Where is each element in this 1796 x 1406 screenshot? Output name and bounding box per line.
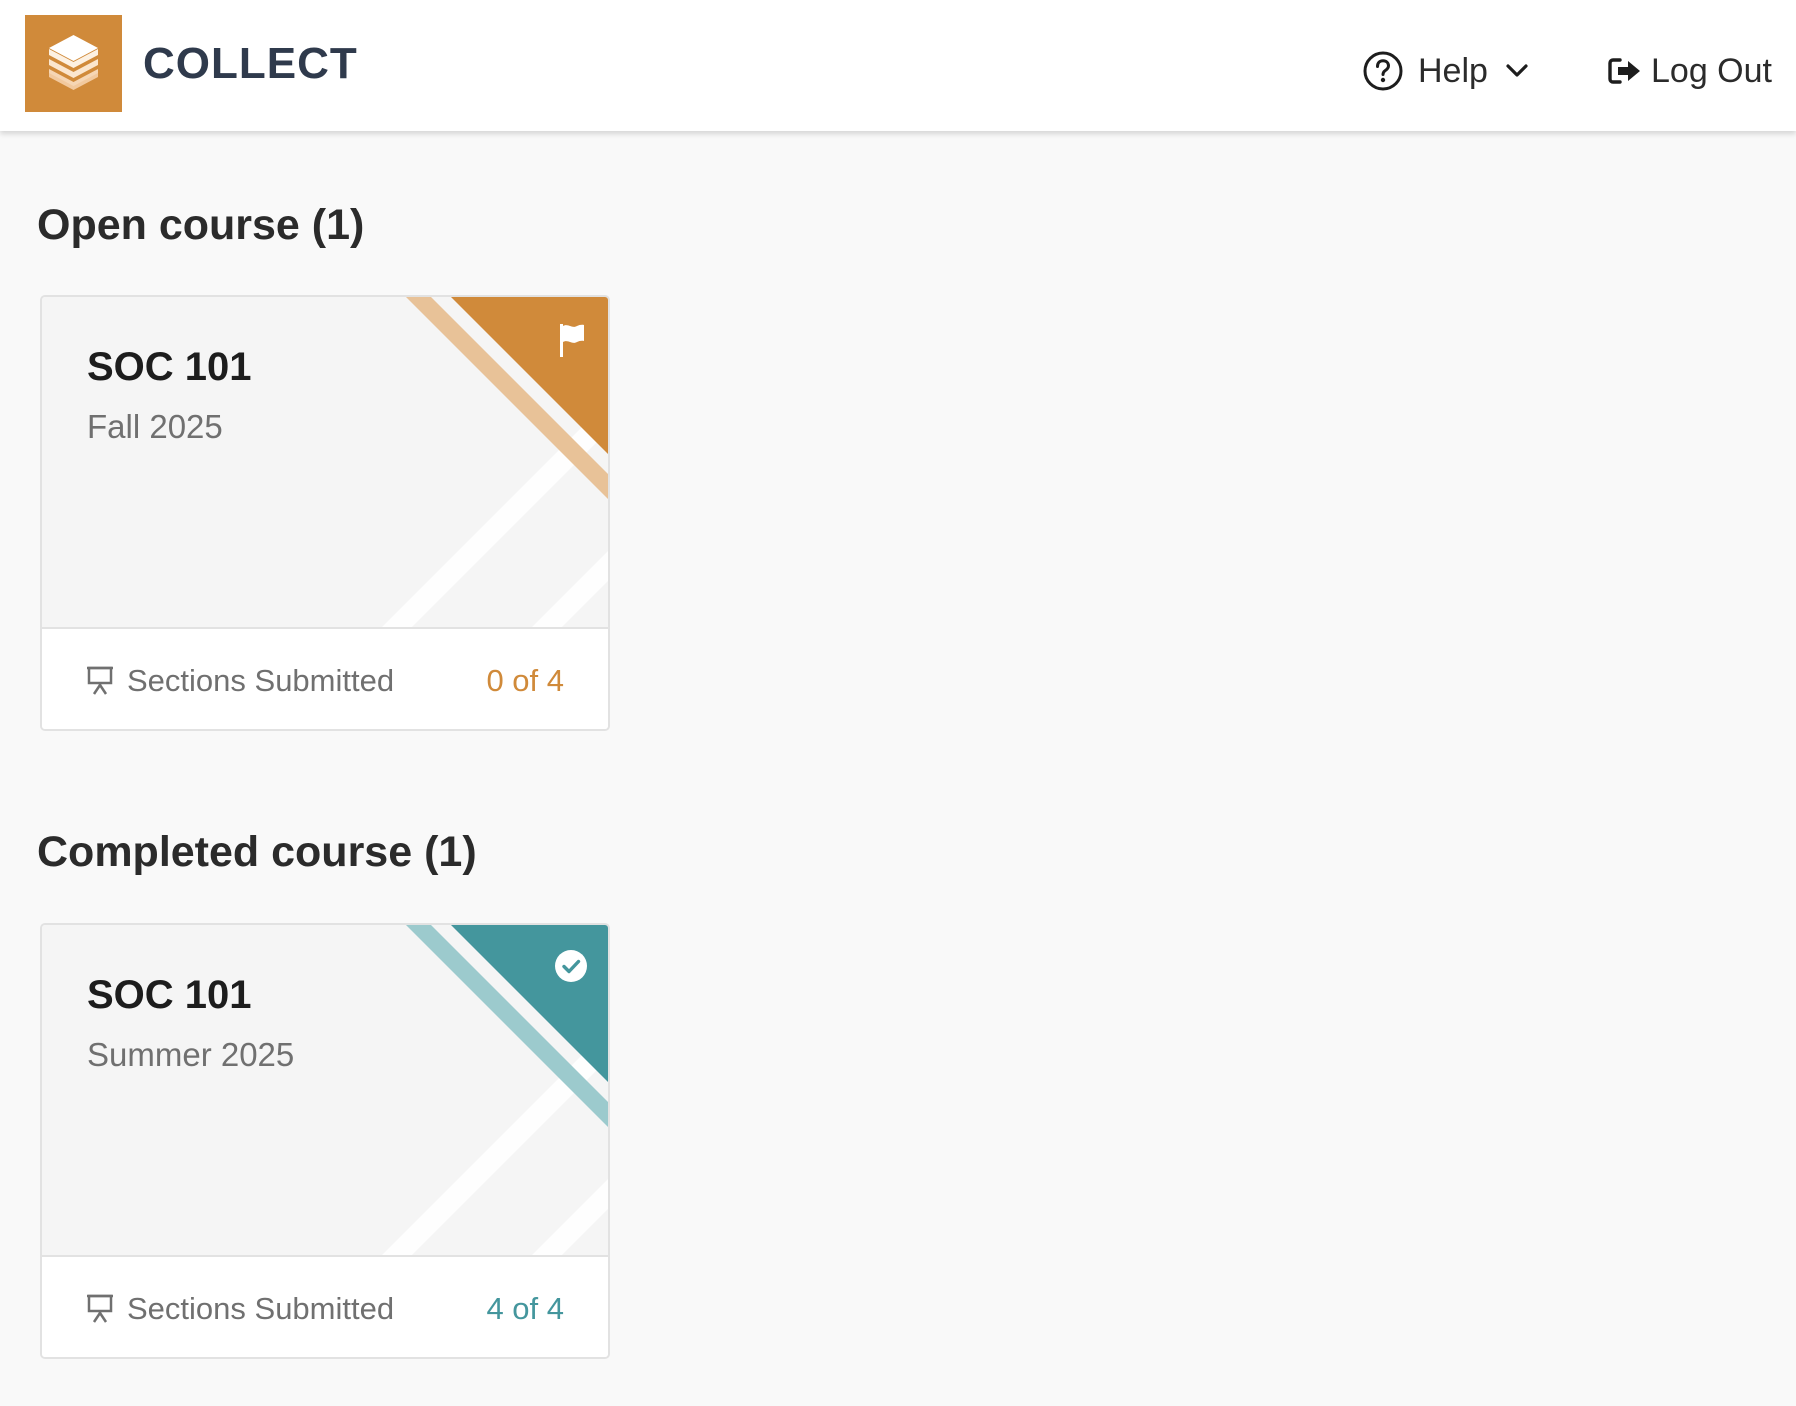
completed-courses-heading: Completed course (1) [37, 828, 477, 876]
course-title: SOC 101 [87, 973, 252, 1017]
presentation-board-icon [87, 666, 113, 695]
sections-submitted-count: 4 of 4 [486, 1291, 564, 1326]
course-card-footer: Sections Submitted 4 of 4 [42, 1255, 608, 1357]
sign-out-icon [1608, 58, 1640, 84]
sections-submitted-label: Sections Submitted [127, 1291, 395, 1326]
course-card-footer: Sections Submitted 0 of 4 [42, 627, 608, 729]
help-menu-button[interactable]: Help [1362, 47, 1528, 95]
course-card-banner: SOC 101 Summer 2025 [42, 925, 608, 1255]
course-card-banner: SOC 101 Fall 2025 [42, 297, 608, 627]
presentation-board-icon [87, 1294, 113, 1323]
logout-button[interactable]: Log Out [1607, 47, 1772, 95]
stacked-layers-icon [49, 35, 98, 90]
sections-submitted-count: 0 of 4 [486, 663, 564, 698]
course-card-completed[interactable]: SOC 101 Summer 2025 Sections Submitted 4… [40, 923, 610, 1359]
flag-icon [560, 324, 584, 357]
check-circle-icon [555, 950, 587, 982]
course-title: SOC 101 [87, 345, 252, 389]
question-circle-icon [1363, 51, 1403, 91]
course-term: Summer 2025 [87, 1036, 295, 1073]
chevron-down-icon [1506, 64, 1528, 77]
app-brand-name: COLLECT [143, 39, 358, 88]
sections-submitted-label: Sections Submitted [127, 663, 395, 698]
course-term: Fall 2025 [87, 408, 223, 445]
collect-logo[interactable] [25, 15, 122, 112]
top-header: COLLECT Help Log Out [0, 0, 1796, 131]
logout-label: Log Out [1651, 51, 1772, 90]
help-label: Help [1418, 51, 1488, 90]
open-courses-heading: Open course (1) [37, 201, 365, 249]
course-card-open[interactable]: SOC 101 Fall 2025 Sections Submitted 0 o… [40, 295, 610, 731]
